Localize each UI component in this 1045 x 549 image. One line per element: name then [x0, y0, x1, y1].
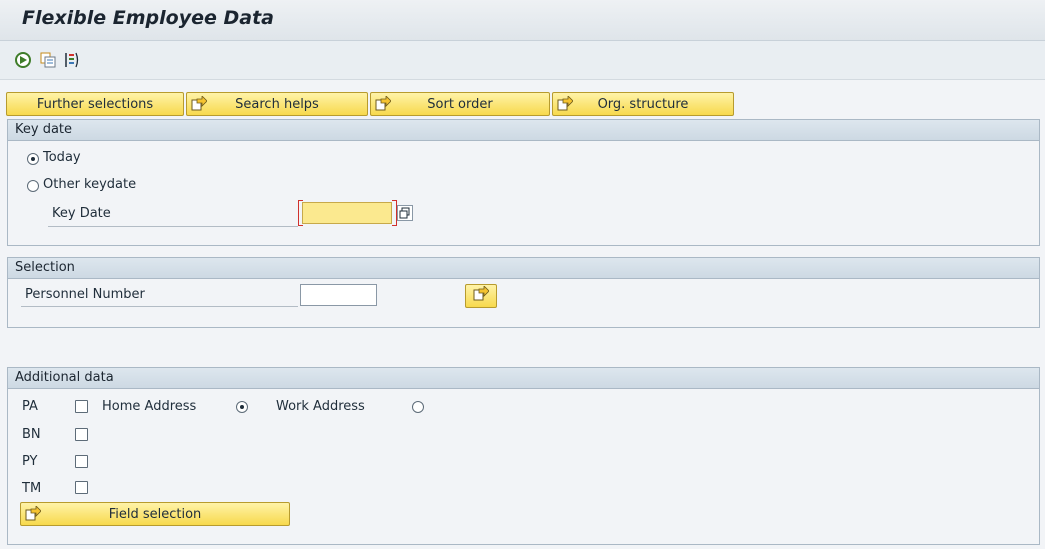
further-selections-label: Further selections	[36, 96, 154, 112]
py-checkbox[interactable]	[75, 455, 88, 468]
selection-options-icon[interactable]	[63, 51, 81, 69]
arrow-right-icon	[25, 505, 42, 526]
arrow-right-icon	[375, 95, 392, 116]
personnel-number-label: Personnel Number	[25, 287, 145, 302]
row-code-bn: BN	[22, 427, 41, 442]
selection-header: Selection	[8, 258, 1039, 279]
work-address-radio[interactable]	[412, 401, 424, 413]
further-selections-button[interactable]: Further selections	[6, 92, 184, 116]
execute-icon[interactable]	[14, 51, 32, 69]
copy-variant-icon[interactable]	[39, 51, 57, 69]
search-helps-button[interactable]: Search helps	[186, 92, 368, 116]
org-structure-button[interactable]: Org. structure	[552, 92, 734, 116]
today-radio[interactable]	[27, 153, 39, 165]
row-code-py: PY	[22, 454, 38, 469]
key-date-label: Key Date	[52, 206, 111, 221]
row-code-pa: PA	[22, 399, 38, 414]
selection-group: Selection	[7, 257, 1040, 328]
search-helps-label: Search helps	[235, 96, 319, 112]
application-toolbar	[0, 41, 1045, 80]
additional-data-header: Additional data	[8, 368, 1039, 389]
calendar-help-icon[interactable]	[397, 205, 413, 221]
home-address-label: Home Address	[102, 399, 197, 414]
bn-checkbox[interactable]	[75, 428, 88, 441]
other-keydate-radio[interactable]	[27, 180, 39, 192]
today-label: Today	[43, 150, 81, 165]
arrow-right-icon	[557, 95, 574, 116]
field-selection-label: Field selection	[108, 506, 202, 522]
page-title: Flexible Employee Data	[22, 7, 274, 29]
key-date-input[interactable]	[302, 202, 392, 224]
org-structure-label: Org. structure	[597, 96, 689, 112]
personnel-number-input[interactable]	[300, 284, 377, 306]
personnel-number-underline	[21, 306, 298, 307]
arrow-right-icon	[473, 285, 490, 306]
title-bar: Flexible Employee Data	[0, 0, 1045, 41]
row-code-tm: TM	[22, 481, 42, 496]
key-date-label-underline	[48, 226, 298, 227]
pa-checkbox[interactable]	[75, 400, 88, 413]
tm-checkbox[interactable]	[75, 481, 88, 494]
home-address-radio[interactable]	[236, 401, 248, 413]
other-keydate-label: Other keydate	[43, 177, 137, 192]
key-date-header: Key date	[8, 120, 1039, 141]
arrow-right-icon	[191, 95, 208, 116]
sort-order-button[interactable]: Sort order	[370, 92, 550, 116]
field-selection-button[interactable]: Field selection	[20, 502, 290, 526]
multiple-selection-button[interactable]	[465, 284, 497, 308]
sort-order-label: Sort order	[427, 96, 493, 112]
work-address-label: Work Address	[276, 399, 365, 414]
